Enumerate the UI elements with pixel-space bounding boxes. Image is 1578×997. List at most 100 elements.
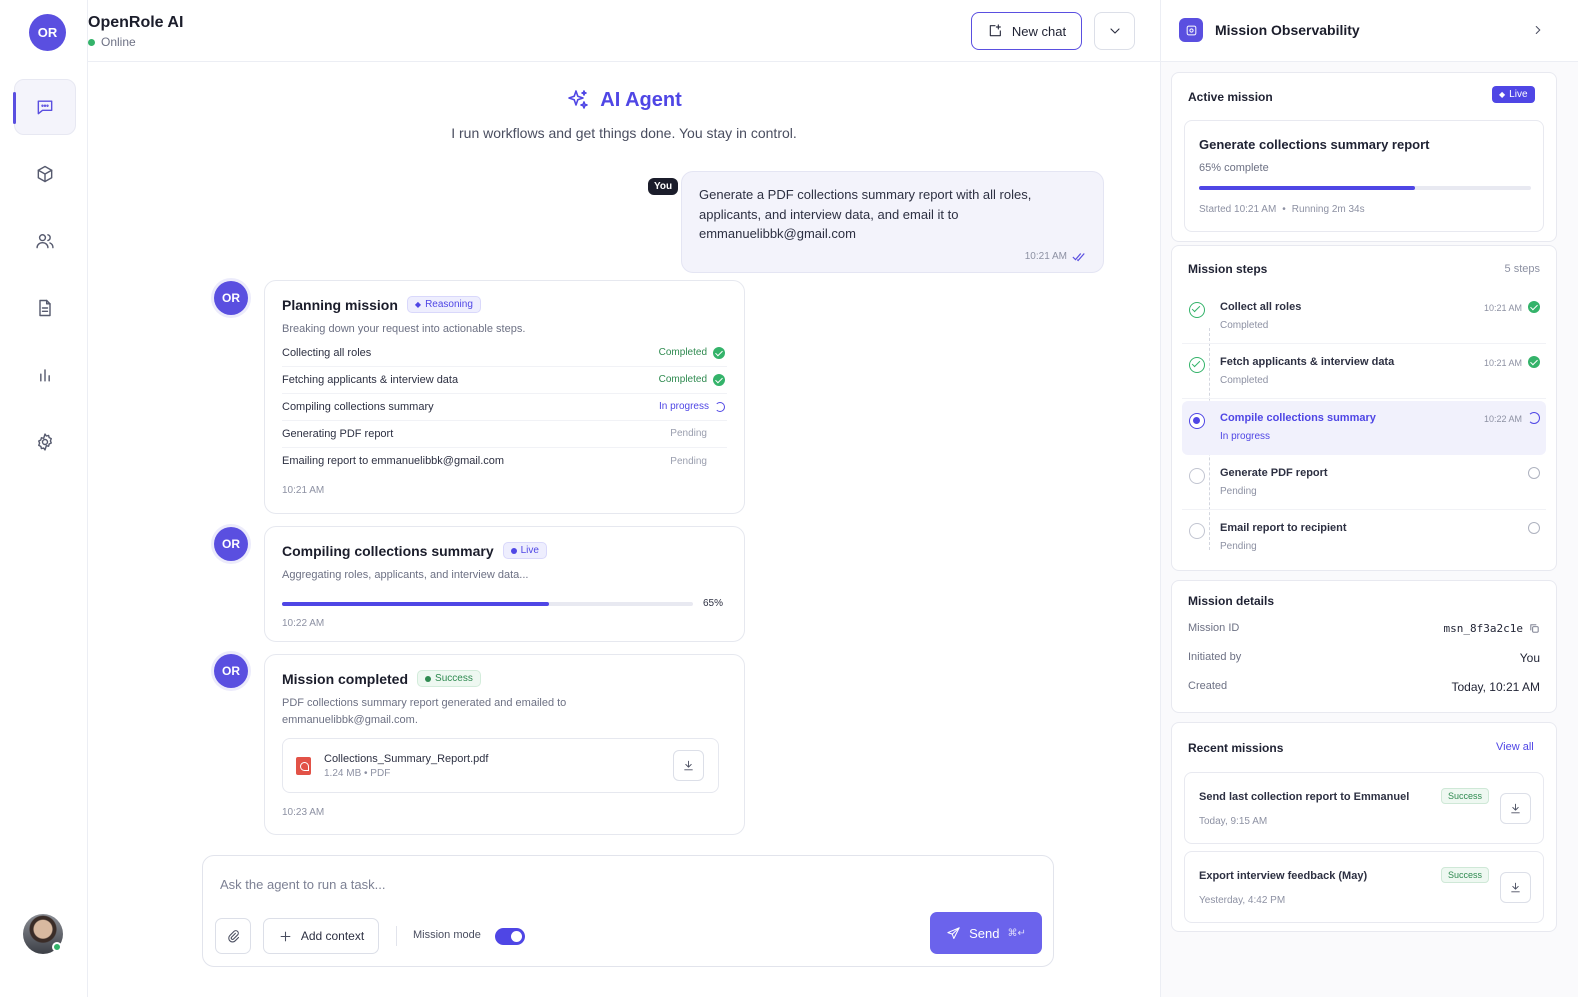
- plan-step-label: Compiling collections summary: [282, 400, 434, 413]
- active-mission-title: Active mission: [1188, 90, 1273, 104]
- chat-options-dropdown[interactable]: [1094, 12, 1135, 50]
- download-button[interactable]: [673, 750, 704, 781]
- compiling-progress-bar: [282, 601, 693, 606]
- chevron-right-icon: [1535, 25, 1541, 35]
- mission-step[interactable]: Fetch applicants & interview data Comple…: [1182, 345, 1546, 399]
- chevron-down-icon: [1109, 28, 1120, 34]
- mission-step[interactable]: Generate PDF report Pending: [1182, 456, 1546, 510]
- message-meta: 10:21 AM: [1025, 251, 1086, 262]
- step-current-icon: [1189, 413, 1205, 429]
- state-text: Pending: [670, 428, 707, 439]
- plan-step-state: Completed: [658, 373, 725, 386]
- mission-steps-title: Mission steps: [1188, 262, 1268, 276]
- diamond-icon: ◆: [414, 300, 422, 309]
- nav-people[interactable]: [14, 213, 76, 269]
- active-mission-card[interactable]: Generate collections summary report 65% …: [1184, 120, 1544, 232]
- live-badge: Live: [502, 542, 547, 559]
- chat-icon: [37, 100, 53, 115]
- brand-avatar: OR: [29, 14, 66, 51]
- planning-title: Planning mission ◆ Reasoning: [282, 296, 727, 313]
- step-name: Fetch applicants & interview data: [1220, 356, 1395, 368]
- planning-step-list: Collecting all roles Completed Fetching …: [282, 340, 727, 475]
- compiling-card: Compiling collections summary Live Aggre…: [264, 526, 745, 642]
- cube-icon: [37, 165, 53, 183]
- detail-value: You: [1519, 651, 1540, 665]
- live-badge-text: Live: [520, 545, 539, 556]
- nav-settings[interactable]: [14, 414, 76, 470]
- mission-step-current[interactable]: Compile collections summary In progress …: [1182, 401, 1546, 455]
- planning-time: 10:21 AM: [282, 484, 325, 496]
- mission-mode-toggle[interactable]: [495, 928, 525, 945]
- recent-mission-item[interactable]: Export interview feedback (May) Yesterda…: [1184, 851, 1544, 923]
- file-info: Collections_Summary_Report.pdf 1.24 MB •…: [324, 753, 488, 779]
- active-mission-section: Active mission ◆ Live Generate collection…: [1171, 72, 1557, 242]
- mission-step[interactable]: Email report to recipient Pending: [1182, 511, 1546, 565]
- step-pending-icon: [1189, 523, 1205, 539]
- step-name: Compile collections summary: [1220, 412, 1376, 424]
- live-dot: [510, 547, 517, 554]
- plan-step-label: Collecting all roles: [282, 346, 372, 359]
- completed-title-text: Mission completed: [282, 670, 409, 687]
- agent-subtitle: I run workflows and get things done. You…: [451, 125, 797, 141]
- detail-value: Today, 10:21 AM: [1451, 680, 1541, 694]
- download-button[interactable]: [1500, 793, 1531, 824]
- observability-icon: [1179, 18, 1203, 42]
- step-time: 10:21 AM: [1483, 303, 1522, 313]
- spinner-icon: [715, 401, 725, 412]
- attach-button[interactable]: [215, 918, 251, 954]
- app-title: OpenRole AI: [88, 14, 184, 31]
- detail-row: Initiated by You: [1188, 651, 1540, 665]
- state-text: Completed: [658, 374, 707, 385]
- recent-mission-item[interactable]: Send last collection report to Emmanuel …: [1184, 772, 1544, 844]
- compiling-title: Compiling collections summary Live: [282, 542, 727, 559]
- check-circle-icon: [1528, 356, 1540, 368]
- send-icon: [947, 926, 960, 939]
- steps-count: 5 steps: [1504, 263, 1540, 275]
- nav-documents[interactable]: [14, 280, 76, 336]
- collapse-panel-button[interactable]: [1531, 23, 1545, 40]
- chat-header: OpenRole AI Online New chat: [88, 0, 1160, 62]
- step-status: In progress: [1220, 431, 1271, 442]
- live-badge: ◆ Live: [1492, 86, 1535, 103]
- active-mission-progress-bar: [1199, 186, 1531, 190]
- plan-step: Generating PDF report Pending: [282, 421, 727, 448]
- detail-row: Created Today, 10:21 AM: [1188, 680, 1540, 694]
- pdf-file-icon: [296, 756, 311, 775]
- progress-fill: [282, 601, 550, 606]
- send-button[interactable]: Send ⌘↵: [930, 912, 1042, 954]
- mission-step[interactable]: Collect all roles Completed 10:21 AM: [1182, 290, 1546, 344]
- reasoning-badge: ◆ Reasoning: [406, 296, 481, 313]
- send-label: Send: [969, 925, 1000, 941]
- recent-mission-title: Export interview feedback (May): [1199, 870, 1368, 882]
- download-button[interactable]: [1500, 872, 1531, 903]
- view-all-link[interactable]: View all: [1496, 741, 1534, 753]
- active-mission-meta: Started 10:21 AM • Running 2m 34s: [1199, 204, 1365, 215]
- send-shortcut: ⌘↵: [1007, 927, 1026, 939]
- compiling-progress-row: 65%: [282, 598, 723, 609]
- recent-mission-time: Yesterday, 4:42 PM: [1199, 895, 1286, 906]
- copy-icon[interactable]: [1529, 623, 1540, 634]
- check-circle-icon: [713, 346, 725, 359]
- agent-title-text: AI Agent: [600, 88, 682, 111]
- mission-mode-label: Mission mode: [413, 929, 481, 941]
- progress-label: 65%: [702, 598, 723, 609]
- nav-analytics[interactable]: [14, 347, 76, 403]
- task-input[interactable]: [220, 873, 1020, 895]
- compiling-title-text: Compiling collections summary: [282, 542, 494, 559]
- nav-chat[interactable]: [13, 79, 76, 135]
- add-context-button[interactable]: Add context: [263, 918, 379, 954]
- chart-icon: [40, 369, 50, 382]
- recent-mission-title: Send last collection report to Emmanuel: [1199, 791, 1410, 803]
- step-time: 10:22 AM: [1483, 414, 1522, 424]
- diamond-icon: ◆: [1499, 90, 1506, 99]
- nav-products[interactable]: [14, 146, 76, 202]
- plan-step-label: Emailing report to emmanuelibbk@gmail.co…: [282, 455, 505, 467]
- new-chat-button[interactable]: New chat: [971, 12, 1082, 50]
- file-meta: 1.24 MB • PDF: [324, 767, 391, 779]
- compiling-time: 10:22 AM: [282, 618, 325, 629]
- plan-step-state: Pending: [670, 456, 725, 467]
- step-time: 10:21 AM: [1483, 358, 1522, 368]
- users-icon: [36, 234, 54, 249]
- compiling-subtitle: Aggregating roles, applicants, and inter…: [282, 569, 529, 581]
- file-attachment[interactable]: Collections_Summary_Report.pdf 1.24 MB •…: [282, 738, 719, 793]
